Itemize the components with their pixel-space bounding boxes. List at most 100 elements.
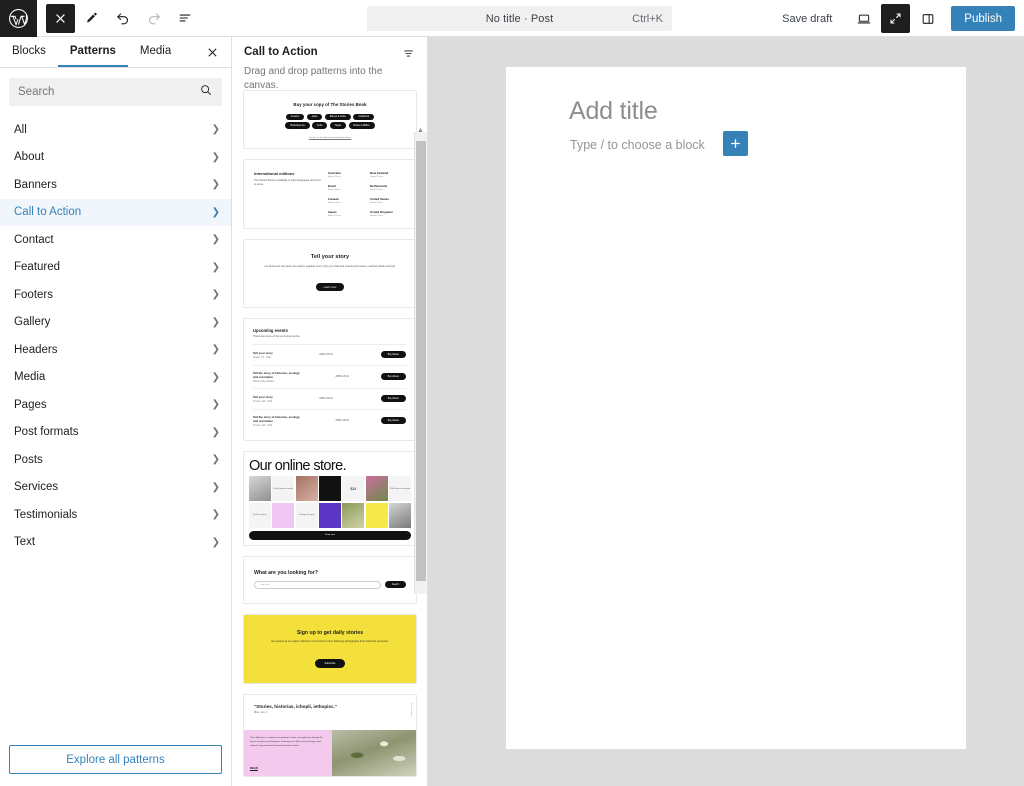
category-label: Pages bbox=[14, 398, 47, 411]
settings-sidebar-button[interactable] bbox=[913, 4, 942, 33]
event-title: Tell the story of histories, ecology and… bbox=[253, 414, 300, 423]
pattern-upcoming-events[interactable]: Upcoming events These are some of the up… bbox=[243, 317, 417, 442]
category-label: Posts bbox=[14, 453, 43, 466]
category-label: Call to Action bbox=[14, 206, 82, 219]
chevron-right-icon: ❯ bbox=[211, 536, 220, 548]
search-box[interactable] bbox=[9, 78, 222, 106]
edition-country: Canada bbox=[327, 197, 339, 201]
pattern-heading: International editions bbox=[254, 171, 295, 176]
pattern-image bbox=[332, 730, 416, 777]
editor-top-bar: No title · Post Ctrl+K Save draft Publis… bbox=[0, 0, 1024, 37]
sidebar-item-call-to-action[interactable]: Call to Action ❯ bbox=[0, 198, 231, 226]
command-bar-label: No title · Post bbox=[485, 12, 554, 25]
filter-sliders-icon[interactable] bbox=[402, 47, 415, 63]
document-overview-button[interactable] bbox=[170, 4, 199, 33]
sidebar-item-gallery[interactable]: Gallery ❯ bbox=[0, 309, 231, 337]
pattern-heading: Buy your copy of The Stories Book bbox=[293, 102, 367, 107]
category-label: Banners bbox=[14, 178, 57, 191]
sidebar-item-testimonials[interactable]: Testimonials ❯ bbox=[0, 501, 231, 529]
tab-patterns[interactable]: Patterns bbox=[57, 37, 128, 67]
edition-publisher: Stories Press bbox=[369, 176, 383, 178]
edition-publisher: Stories Press bbox=[327, 189, 341, 191]
pattern-pill: Books-A-Million bbox=[348, 122, 375, 129]
undo-button[interactable] bbox=[108, 4, 137, 33]
close-icon[interactable] bbox=[200, 40, 225, 65]
post-canvas[interactable]: Add title Type / to choose a block bbox=[506, 67, 966, 749]
chevron-right-icon: ❯ bbox=[211, 509, 220, 521]
save-draft-button[interactable]: Save draft bbox=[773, 8, 841, 30]
block-placeholder-text[interactable]: Type / to choose a block bbox=[570, 138, 705, 152]
sidebar-item-footers[interactable]: Footers ❯ bbox=[0, 281, 231, 309]
add-block-button[interactable] bbox=[723, 131, 748, 156]
sidebar-item-about[interactable]: About ❯ bbox=[0, 144, 231, 172]
sidebar-item-pages[interactable]: Pages ❯ bbox=[0, 391, 231, 419]
category-label: Text bbox=[14, 536, 36, 549]
pattern-search-cta[interactable]: What are you looking for? Type here Sear… bbox=[243, 555, 417, 604]
pattern-pill: Amazon bbox=[285, 113, 305, 121]
sidebar-item-services[interactable]: Services ❯ bbox=[0, 474, 231, 502]
category-label: Contact bbox=[14, 233, 54, 246]
chevron-right-icon: ❯ bbox=[211, 316, 220, 328]
store-tile bbox=[342, 502, 365, 528]
pattern-stories-quote[interactable]: "Stories, historias, ichopli, iethopisc.… bbox=[243, 694, 417, 778]
pattern-buy-your-copy[interactable]: Buy your copy of The Stories Book Amazon… bbox=[243, 90, 417, 149]
chevron-right-icon: ❯ bbox=[211, 179, 220, 191]
publish-button[interactable]: Publish bbox=[951, 6, 1015, 31]
edition-country: United States bbox=[369, 197, 390, 201]
event-title: Tell your story bbox=[253, 394, 273, 399]
sidebar-item-media[interactable]: Media ❯ bbox=[0, 364, 231, 392]
redo-button[interactable] bbox=[139, 4, 168, 33]
sidebar-item-post-formats[interactable]: Post formats ❯ bbox=[0, 419, 231, 447]
pattern-pill: Barnes & Noble bbox=[324, 113, 351, 121]
search-input[interactable] bbox=[18, 86, 199, 98]
wordpress-logo-icon[interactable] bbox=[0, 0, 37, 37]
pattern-our-online-store[interactable]: Our online store. Dried flowers bundle $… bbox=[243, 451, 417, 546]
store-tile bbox=[365, 502, 388, 528]
sidebar-item-banners[interactable]: Banners ❯ bbox=[0, 171, 231, 199]
distraction-free-button[interactable] bbox=[881, 4, 911, 33]
event-row: Tell the story of histories, ecology and… bbox=[253, 408, 407, 433]
category-label: Post formats bbox=[14, 426, 79, 439]
store-tile bbox=[389, 502, 411, 528]
patterns-scroll-list[interactable]: Buy your copy of The Stories Book Amazon… bbox=[232, 90, 427, 786]
edition-country: New Zealand bbox=[369, 171, 389, 175]
close-inserter-button[interactable] bbox=[46, 3, 75, 33]
sidebar-item-posts[interactable]: Posts ❯ bbox=[0, 446, 231, 474]
pattern-quote: "Stories, historias, ichopli, iethopisc.… bbox=[254, 704, 337, 710]
preview-button[interactable] bbox=[849, 4, 878, 33]
sidebar-item-text[interactable]: Text ❯ bbox=[0, 529, 231, 557]
pattern-heading: What are you looking for? bbox=[254, 569, 318, 576]
pattern-international-editions[interactable]: International editions The Stories Book … bbox=[243, 159, 417, 229]
edition-country: Japan bbox=[327, 210, 337, 214]
chevron-right-icon: ❯ bbox=[211, 206, 220, 218]
pattern-pill: Kobo bbox=[312, 122, 328, 129]
store-tile-price: $34 bbox=[350, 486, 357, 491]
pattern-tell-your-story[interactable]: Tell your story Let Stories be the place… bbox=[243, 239, 417, 308]
sidebar-item-headers[interactable]: Headers ❯ bbox=[0, 336, 231, 364]
command-bar[interactable]: No title · Post Ctrl+K bbox=[367, 6, 672, 31]
post-title-input[interactable]: Add title bbox=[569, 97, 658, 126]
chevron-right-icon: ❯ bbox=[211, 399, 220, 411]
sidebar-item-featured[interactable]: Featured ❯ bbox=[0, 254, 231, 282]
pattern-heading: Upcoming events bbox=[253, 327, 288, 333]
patterns-scrollbar-thumb[interactable] bbox=[416, 141, 426, 581]
event-button: Buy tickets bbox=[380, 395, 406, 403]
edit-tool-button[interactable] bbox=[77, 4, 106, 33]
pattern-signup-daily-stories[interactable]: Sign up to get daily stories Get access … bbox=[243, 613, 417, 685]
event-location: Mexico City, Mexico bbox=[253, 380, 275, 384]
chevron-right-icon: ❯ bbox=[211, 371, 220, 383]
tab-media[interactable]: Media bbox=[128, 37, 183, 67]
sidebar-item-all[interactable]: All ❯ bbox=[0, 116, 231, 144]
explore-all-patterns-button[interactable]: Explore all patterns bbox=[9, 745, 222, 774]
event-date: APRIL 28-31 bbox=[319, 353, 333, 357]
event-date: APRIL 28-31 bbox=[335, 419, 350, 423]
chevron-right-icon: ❯ bbox=[211, 481, 220, 493]
sidebar-item-contact[interactable]: Contact ❯ bbox=[0, 226, 231, 254]
pattern-footnote: Contact us for bulk and international or… bbox=[308, 137, 352, 139]
event-row: Tell the story of histories, ecology and… bbox=[253, 364, 407, 389]
chevron-right-icon: ❯ bbox=[211, 234, 220, 246]
event-location: Austin, TX · USA bbox=[253, 356, 272, 360]
store-tile bbox=[249, 476, 271, 502]
pattern-search-field: Type here bbox=[254, 580, 381, 589]
tab-blocks[interactable]: Blocks bbox=[0, 37, 58, 67]
